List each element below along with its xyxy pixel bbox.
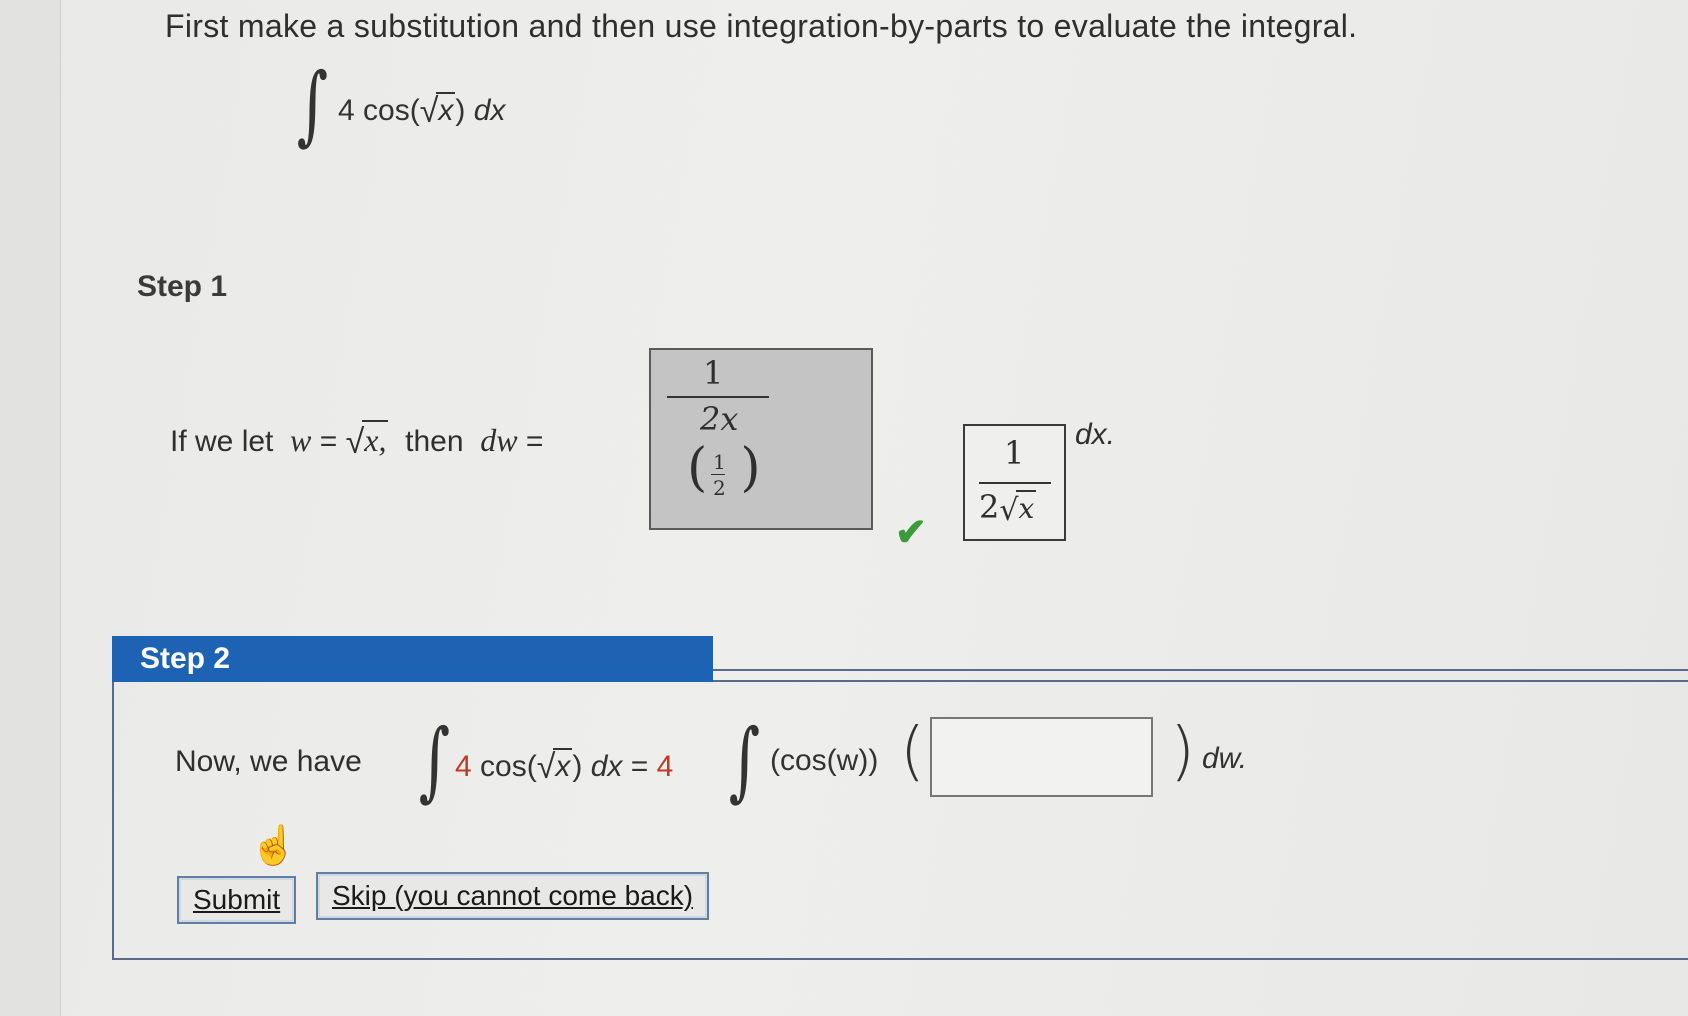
submit-button[interactable]: Submit xyxy=(177,876,297,924)
w-variable: w xyxy=(290,422,312,458)
step1-statement: If we let w = √x, then dw = xyxy=(170,420,544,461)
correct-answer-box: 1 2√x xyxy=(963,424,1066,541)
step1-label: Step 1 xyxy=(137,270,228,303)
equals: = xyxy=(630,750,649,783)
sqrt-arg: x, xyxy=(364,422,387,458)
dw-suffix: dw. xyxy=(1202,742,1248,775)
step2-prefix: Now, we have xyxy=(175,745,362,778)
open-paren-icon: ( xyxy=(900,715,925,789)
rhs-func: (cos(w)) xyxy=(770,744,879,777)
sqrt-icon: √x xyxy=(536,748,573,786)
sqrt-icon: √x, xyxy=(345,420,389,461)
sqrt-icon: √x xyxy=(419,92,456,130)
answer-numerator: 1 xyxy=(703,354,724,392)
left-margin xyxy=(0,0,61,1016)
integral-sign-icon: ∫ xyxy=(728,711,761,811)
differential: dx xyxy=(590,750,623,783)
denominator-coef: 2 xyxy=(979,488,1000,526)
dw-variable: dw xyxy=(480,422,518,458)
fraction-bar xyxy=(979,482,1051,484)
dx-suffix: dx. xyxy=(1075,418,1116,451)
coefficient: 4 xyxy=(338,94,355,127)
paren-frac-bar xyxy=(711,474,725,475)
sqrt-arg: x xyxy=(555,750,571,783)
step2-top-rule xyxy=(712,669,1688,671)
step2-lhs-expression: 4 cos(√x) dx = 4 xyxy=(455,746,674,786)
close-paren: ) xyxy=(572,750,583,783)
rhs-coefficient: 4 xyxy=(656,750,674,783)
step2-header: Step 2 xyxy=(112,636,713,682)
correct-denominator: 2√x xyxy=(979,488,1037,528)
equals: = xyxy=(319,425,338,458)
hand-cursor-icon: ☝ xyxy=(250,825,298,867)
paren-frac-num: 1 xyxy=(713,450,726,474)
cos-func: cos( xyxy=(480,750,537,783)
sqrt-icon: √x xyxy=(999,490,1037,528)
equals: = xyxy=(525,425,544,458)
sqrt-arg: x xyxy=(438,94,454,127)
question-text: First make a substitution and then use i… xyxy=(165,8,1358,44)
then-word: then xyxy=(405,425,464,458)
close-paren-icon: ) xyxy=(1170,715,1195,789)
checkmark-icon: ✔ xyxy=(895,512,927,554)
step1-prefix: If we let xyxy=(170,425,274,458)
step2-answer-input[interactable] xyxy=(930,717,1153,797)
integral-sign-icon: ∫ xyxy=(418,711,451,811)
paren-frac-den: 2 xyxy=(713,476,726,500)
main-integral-expression: 4 cos(√x) dx xyxy=(338,90,506,130)
cos-func: cos( xyxy=(363,94,420,127)
denominator-arg: x xyxy=(1018,492,1035,525)
coefficient: 4 xyxy=(455,750,472,783)
differential: dx xyxy=(473,94,506,127)
step1-answer-field[interactable]: 1 2x ( ) 1 2 xyxy=(649,348,873,530)
integral-sign-icon: ∫ xyxy=(296,55,329,155)
close-paren: ) xyxy=(455,94,466,127)
skip-button[interactable]: Skip (you cannot come back) xyxy=(316,872,710,920)
correct-numerator: 1 xyxy=(1004,434,1025,472)
answer-denominator: 2x xyxy=(700,400,739,438)
fraction-bar xyxy=(667,396,769,398)
